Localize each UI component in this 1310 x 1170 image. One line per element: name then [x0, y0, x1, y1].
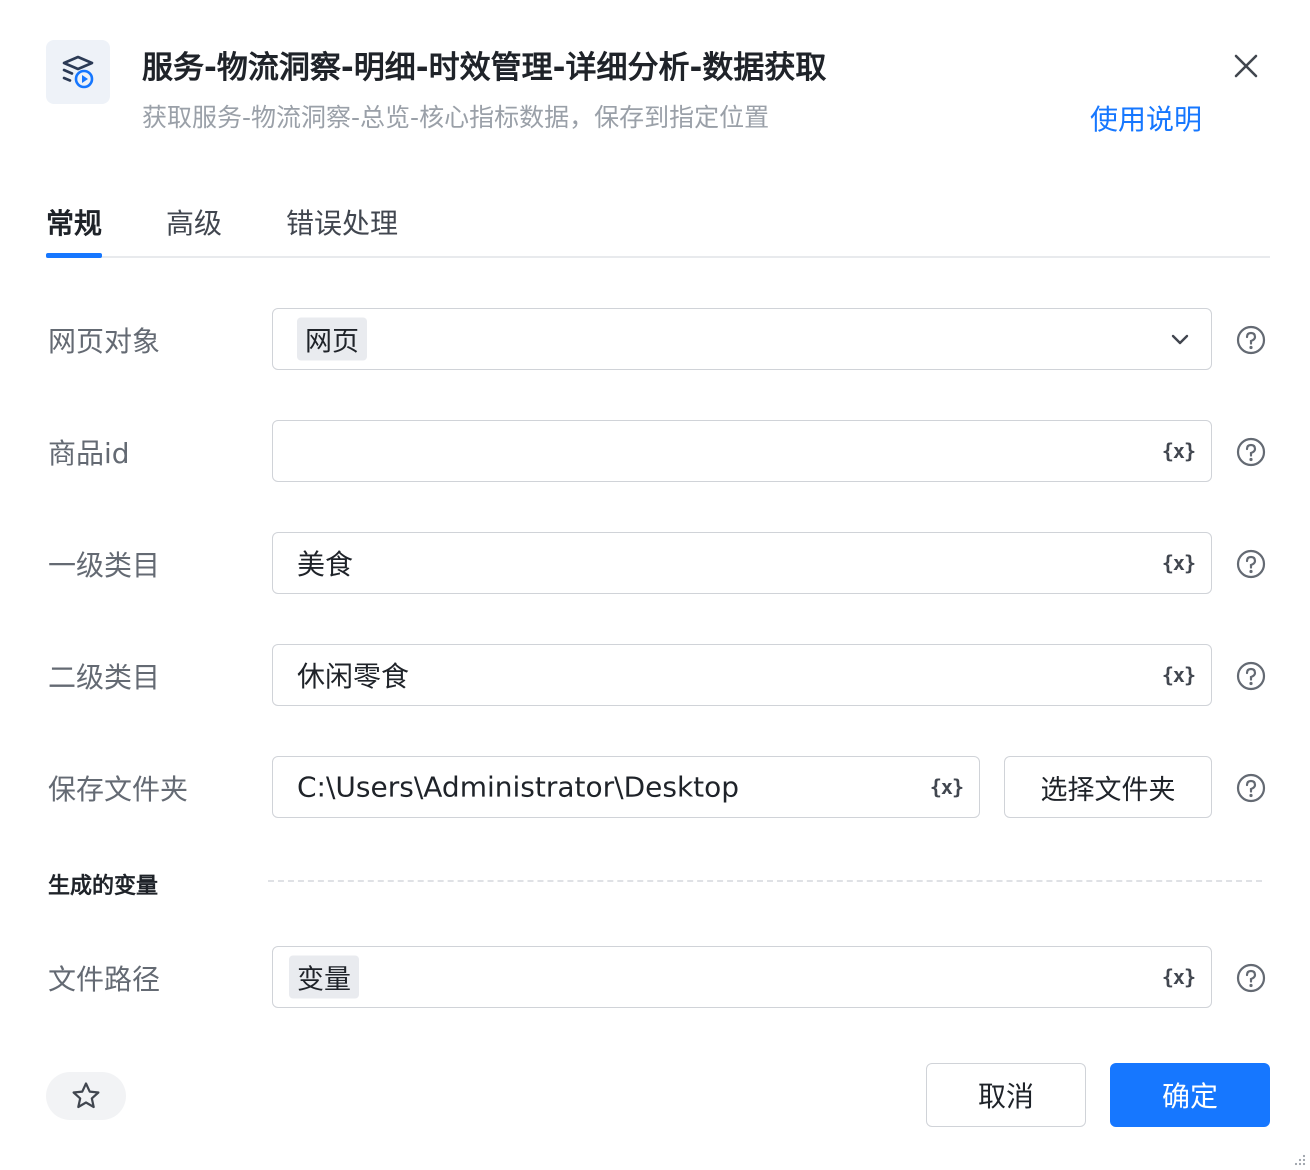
help-icon[interactable]: [1236, 437, 1266, 467]
category-2-input[interactable]: 休闲零食 {x}: [272, 644, 1212, 706]
variable-icon[interactable]: {x}: [1162, 551, 1196, 575]
web-object-tag: 网页: [297, 317, 367, 361]
generated-variables-title: 生成的变量: [48, 874, 159, 899]
cancel-button[interactable]: 取消: [926, 1063, 1086, 1127]
category-2-label: 二级类目: [48, 661, 161, 694]
dialog-subtitle: 获取服务-物流洞察-总览-核心指标数据，保存到指定位置: [142, 103, 770, 132]
chevron-down-icon[interactable]: [1169, 328, 1191, 350]
product-id-input[interactable]: {x}: [272, 420, 1212, 482]
row-product-id: 商品id {x}: [46, 420, 1270, 484]
help-icon[interactable]: [1236, 773, 1266, 803]
row-category-2: 二级类目 休闲零食 {x}: [46, 644, 1270, 708]
select-folder-button[interactable]: 选择文件夹: [1004, 756, 1212, 818]
module-play-icon: [46, 40, 110, 104]
file-path-label: 文件路径: [48, 963, 161, 996]
tab-error-handling[interactable]: 错误处理: [286, 196, 398, 256]
tab-general[interactable]: 常规: [46, 196, 103, 258]
resize-grip-icon[interactable]: [1292, 1152, 1306, 1166]
save-folder-input[interactable]: C:\Users\Administrator\Desktop {x}: [272, 756, 980, 818]
dialog-title: 服务-物流洞察-明细-时效管理-详细分析-数据获取: [142, 50, 827, 86]
help-icon[interactable]: [1236, 661, 1266, 691]
confirm-button[interactable]: 确定: [1110, 1063, 1270, 1127]
star-icon: [72, 1082, 100, 1109]
row-web-object: 网页对象 网页: [46, 308, 1270, 372]
product-id-label: 商品id: [48, 437, 130, 470]
row-category-1: 一级类目 美食 {x}: [46, 532, 1270, 596]
usage-help-link[interactable]: 使用说明: [1090, 98, 1202, 138]
web-object-label: 网页对象: [48, 325, 161, 358]
save-folder-value: C:\Users\Administrator\Desktop: [297, 770, 740, 804]
close-icon: [1234, 54, 1258, 78]
variable-icon[interactable]: {x}: [1162, 663, 1196, 687]
help-icon[interactable]: [1236, 325, 1266, 355]
category-1-input[interactable]: 美食 {x}: [272, 532, 1212, 594]
tab-bar: 常规 高级 错误处理: [46, 196, 1270, 258]
close-button[interactable]: [1226, 46, 1266, 86]
dialog: 服务-物流洞察-明细-时效管理-详细分析-数据获取 获取服务-物流洞察-总览-核…: [0, 0, 1310, 1170]
row-file-path: 文件路径 变量 {x}: [46, 946, 1270, 1010]
category-1-label: 一级类目: [48, 549, 161, 582]
help-icon[interactable]: [1236, 963, 1266, 993]
help-icon[interactable]: [1236, 549, 1266, 579]
category-1-value: 美食: [297, 548, 354, 581]
web-object-select[interactable]: 网页: [272, 308, 1212, 370]
section-divider: [268, 880, 1262, 882]
category-2-value: 休闲零食: [297, 660, 410, 693]
tab-advanced[interactable]: 高级: [166, 196, 222, 256]
favorite-button[interactable]: [46, 1072, 126, 1120]
variable-icon[interactable]: {x}: [930, 775, 964, 799]
save-folder-label: 保存文件夹: [48, 773, 189, 806]
file-path-variable-tag: 变量: [289, 955, 359, 999]
variable-icon[interactable]: {x}: [1162, 965, 1196, 989]
file-path-input[interactable]: 变量 {x}: [272, 946, 1212, 1008]
row-save-folder: 保存文件夹 C:\Users\Administrator\Desktop {x}…: [46, 756, 1270, 820]
variable-icon[interactable]: {x}: [1162, 439, 1196, 463]
